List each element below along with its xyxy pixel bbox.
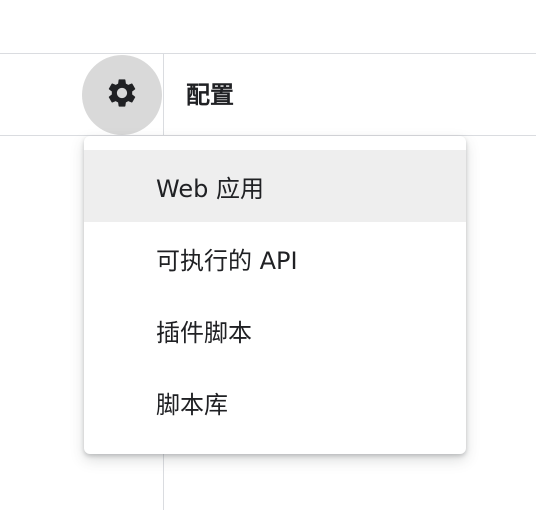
menu-item-label: 插件脚本 (156, 318, 252, 347)
settings-dropdown-menu: Web 应用 可执行的 API 插件脚本 脚本库 (84, 136, 466, 454)
menu-item-web-app[interactable]: Web 应用 (84, 150, 466, 222)
menu-item-label: Web 应用 (156, 174, 264, 203)
menu-item-label: 脚本库 (156, 390, 228, 419)
menu-item-label: 可执行的 API (156, 246, 298, 275)
menu-item-script-library[interactable]: 脚本库 (84, 366, 466, 438)
menu-item-executable-api[interactable]: 可执行的 API (84, 222, 466, 294)
top-divider (0, 53, 536, 54)
page-title: 配置 (186, 81, 234, 109)
settings-button[interactable] (82, 55, 162, 135)
menu-item-add-on-script[interactable]: 插件脚本 (84, 294, 466, 366)
gear-icon (105, 76, 139, 114)
